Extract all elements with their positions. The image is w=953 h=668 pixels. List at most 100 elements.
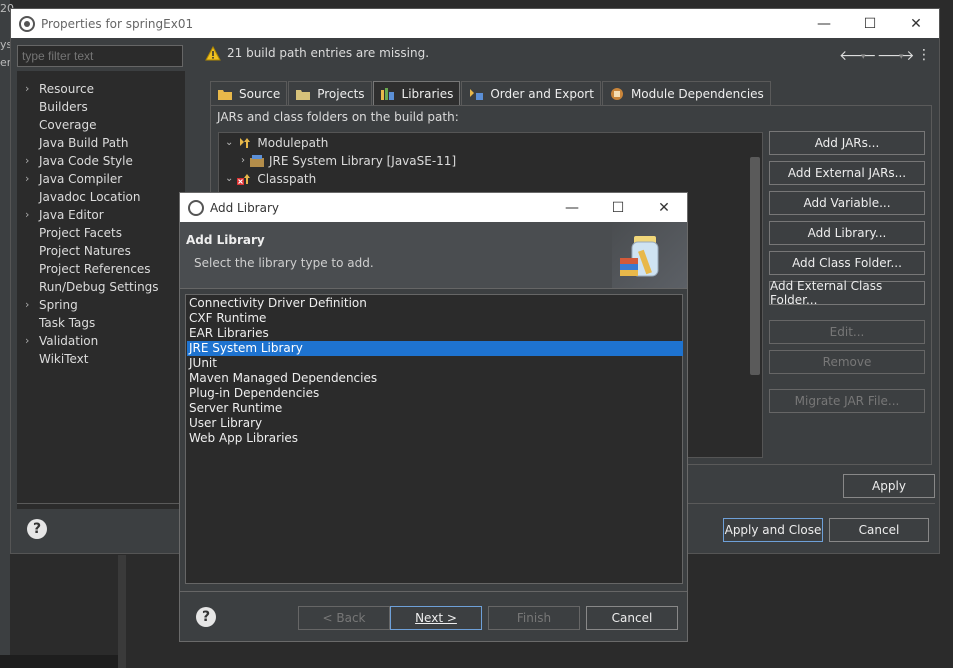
background-strip xyxy=(0,0,10,668)
migrate-jar-button[interactable]: Migrate JAR File... xyxy=(769,389,925,413)
list-item[interactable]: Maven Managed Dependencies xyxy=(187,371,683,386)
nav-item-java-compiler[interactable]: Java Compiler xyxy=(39,170,122,188)
chevron-right-icon[interactable]: › xyxy=(241,152,245,170)
back-arrow-icon[interactable]: 🡐 xyxy=(839,47,877,64)
chevron-right-icon[interactable]: › xyxy=(25,152,35,170)
add-external-jars-button[interactable]: Add External JARs... xyxy=(769,161,925,185)
add-library-button[interactable]: Add Library... xyxy=(769,221,925,245)
list-item[interactable]: Plug-in Dependencies xyxy=(187,386,683,401)
forward-arrow-icon[interactable]: 🡒 xyxy=(877,47,915,64)
chevron-down-icon[interactable]: ▾ xyxy=(861,52,866,62)
button-label: Add JARs... xyxy=(814,136,880,150)
nav-item-spring[interactable]: Spring xyxy=(39,296,78,314)
tree-node-jre[interactable]: › JRE System Library [JavaSE-11] xyxy=(241,152,456,170)
list-item-selected[interactable]: JRE System Library xyxy=(187,341,683,356)
list-item[interactable]: Connectivity Driver Definition xyxy=(187,296,683,311)
back-button[interactable]: < Back xyxy=(298,606,390,630)
minimize-button[interactable]: — xyxy=(801,9,847,38)
warning-icon xyxy=(205,46,221,61)
apply-button[interactable]: Apply xyxy=(843,474,935,498)
chevron-down-icon[interactable]: ⌄ xyxy=(225,170,233,188)
nav-item-run-debug-settings[interactable]: Run/Debug Settings xyxy=(39,278,159,296)
tree-node-classpath[interactable]: ⌄ Classpath xyxy=(225,170,316,188)
list-item[interactable]: JUnit xyxy=(187,356,683,371)
view-menu-icon[interactable]: ⋮ xyxy=(917,47,931,63)
library-icon xyxy=(250,155,264,167)
nav-item-java-build-path[interactable]: Java Build Path xyxy=(39,134,128,152)
nav-item-java-editor[interactable]: Java Editor xyxy=(39,206,104,224)
nav-item-builders[interactable]: Builders xyxy=(39,98,88,116)
chevron-right-icon[interactable]: › xyxy=(25,206,35,224)
tab-projects[interactable]: Projects xyxy=(288,81,372,105)
list-item[interactable]: Web App Libraries xyxy=(187,431,683,446)
add-jars-button[interactable]: Add JARs... xyxy=(769,131,925,155)
nav-item-validation[interactable]: Validation xyxy=(39,332,98,350)
library-type-list[interactable]: Connectivity Driver Definition CXF Runti… xyxy=(185,294,683,584)
tree-node-modulepath[interactable]: ⌄ Modulepath xyxy=(225,134,328,152)
cancel-button[interactable]: Cancel xyxy=(586,606,678,630)
list-item[interactable]: Server Runtime xyxy=(187,401,683,416)
remove-button[interactable]: Remove xyxy=(769,350,925,374)
header-divider xyxy=(180,288,687,289)
add-class-folder-button[interactable]: Add Class Folder... xyxy=(769,251,925,275)
chevron-down-icon[interactable]: ⌄ xyxy=(225,134,233,152)
nav-item-javadoc-location[interactable]: Javadoc Location xyxy=(39,188,140,206)
nav-item-coverage[interactable]: Coverage xyxy=(39,116,97,134)
tab-label: Projects xyxy=(317,86,365,101)
chevron-right-icon[interactable]: › xyxy=(25,296,35,314)
button-label: Add External Class Folder... xyxy=(770,279,883,307)
button-label: Next > xyxy=(415,611,457,625)
close-button[interactable]: ✕ xyxy=(893,9,939,38)
add-library-dialog: Add Library — ☐ ✕ Add Library Select the… xyxy=(179,192,688,642)
nav-item-wikitext[interactable]: WikiText xyxy=(39,350,89,368)
apply-and-close-button[interactable]: Apply and Close xyxy=(723,518,823,542)
footer-divider xyxy=(180,591,687,592)
list-item[interactable]: CXF Runtime xyxy=(187,311,683,326)
finish-button[interactable]: Finish xyxy=(488,606,580,630)
list-item[interactable]: User Library xyxy=(187,416,683,431)
message-text: 21 build path entries are missing. xyxy=(227,46,430,60)
close-button[interactable]: ✕ xyxy=(641,193,687,222)
next-button[interactable]: Next > xyxy=(390,606,482,630)
button-label: Add Class Folder... xyxy=(792,256,902,270)
add-variable-button[interactable]: Add Variable... xyxy=(769,191,925,215)
library-wizard-banner xyxy=(612,222,687,288)
tab-libraries[interactable]: Libraries xyxy=(372,81,461,105)
minimize-button[interactable]: — xyxy=(549,193,595,222)
tab-order-and-export[interactable]: Order and Export xyxy=(461,81,601,105)
nav-item-project-facets[interactable]: Project Facets xyxy=(39,224,122,242)
chevron-right-icon[interactable]: › xyxy=(25,170,35,188)
tab-label: Source xyxy=(239,86,281,101)
chevron-right-icon[interactable]: › xyxy=(25,80,35,98)
chevron-down-icon[interactable]: ▾ xyxy=(899,52,904,62)
nav-item-resource[interactable]: Resource xyxy=(39,80,94,98)
nav-item-project-references[interactable]: Project References xyxy=(39,260,151,278)
add-external-class-folder-button[interactable]: Add External Class Folder... xyxy=(769,279,925,307)
tab-source[interactable]: Source xyxy=(210,81,288,105)
button-label: Cancel xyxy=(611,611,653,625)
nav-item-project-natures[interactable]: Project Natures xyxy=(39,242,131,260)
background-panel xyxy=(0,655,118,668)
maximize-button[interactable]: ☐ xyxy=(847,9,893,38)
libraries-icon xyxy=(380,87,394,100)
chevron-right-icon[interactable]: › xyxy=(25,332,35,350)
filter-input[interactable] xyxy=(17,45,183,67)
tab-module-dependencies[interactable]: Module Dependencies xyxy=(601,81,771,105)
nav-item-java-code-style[interactable]: Java Code Style xyxy=(39,152,133,170)
list-item[interactable]: EAR Libraries xyxy=(187,326,683,341)
maximize-button[interactable]: ☐ xyxy=(595,193,641,222)
properties-nav: › Resource Builders Coverage Java Build … xyxy=(17,71,185,509)
nav-item-task-tags[interactable]: Task Tags xyxy=(39,314,95,332)
project-folder-icon xyxy=(296,89,311,100)
libraries-heading: JARs and class folders on the build path… xyxy=(217,110,459,124)
tab-label: Module Dependencies xyxy=(630,86,764,101)
tree-scroll-thumb[interactable] xyxy=(750,157,760,375)
edit-button[interactable]: Edit... xyxy=(769,320,925,344)
help-icon[interactable]: ? xyxy=(27,519,47,539)
tree-label: Modulepath xyxy=(257,136,329,150)
cancel-button[interactable]: Cancel xyxy=(829,518,929,542)
button-label: Add Library... xyxy=(807,226,887,240)
modulepath-icon xyxy=(240,138,251,148)
window-titlebar: Properties for springEx01 — ☐ ✕ xyxy=(11,9,939,38)
help-icon[interactable]: ? xyxy=(196,607,216,627)
